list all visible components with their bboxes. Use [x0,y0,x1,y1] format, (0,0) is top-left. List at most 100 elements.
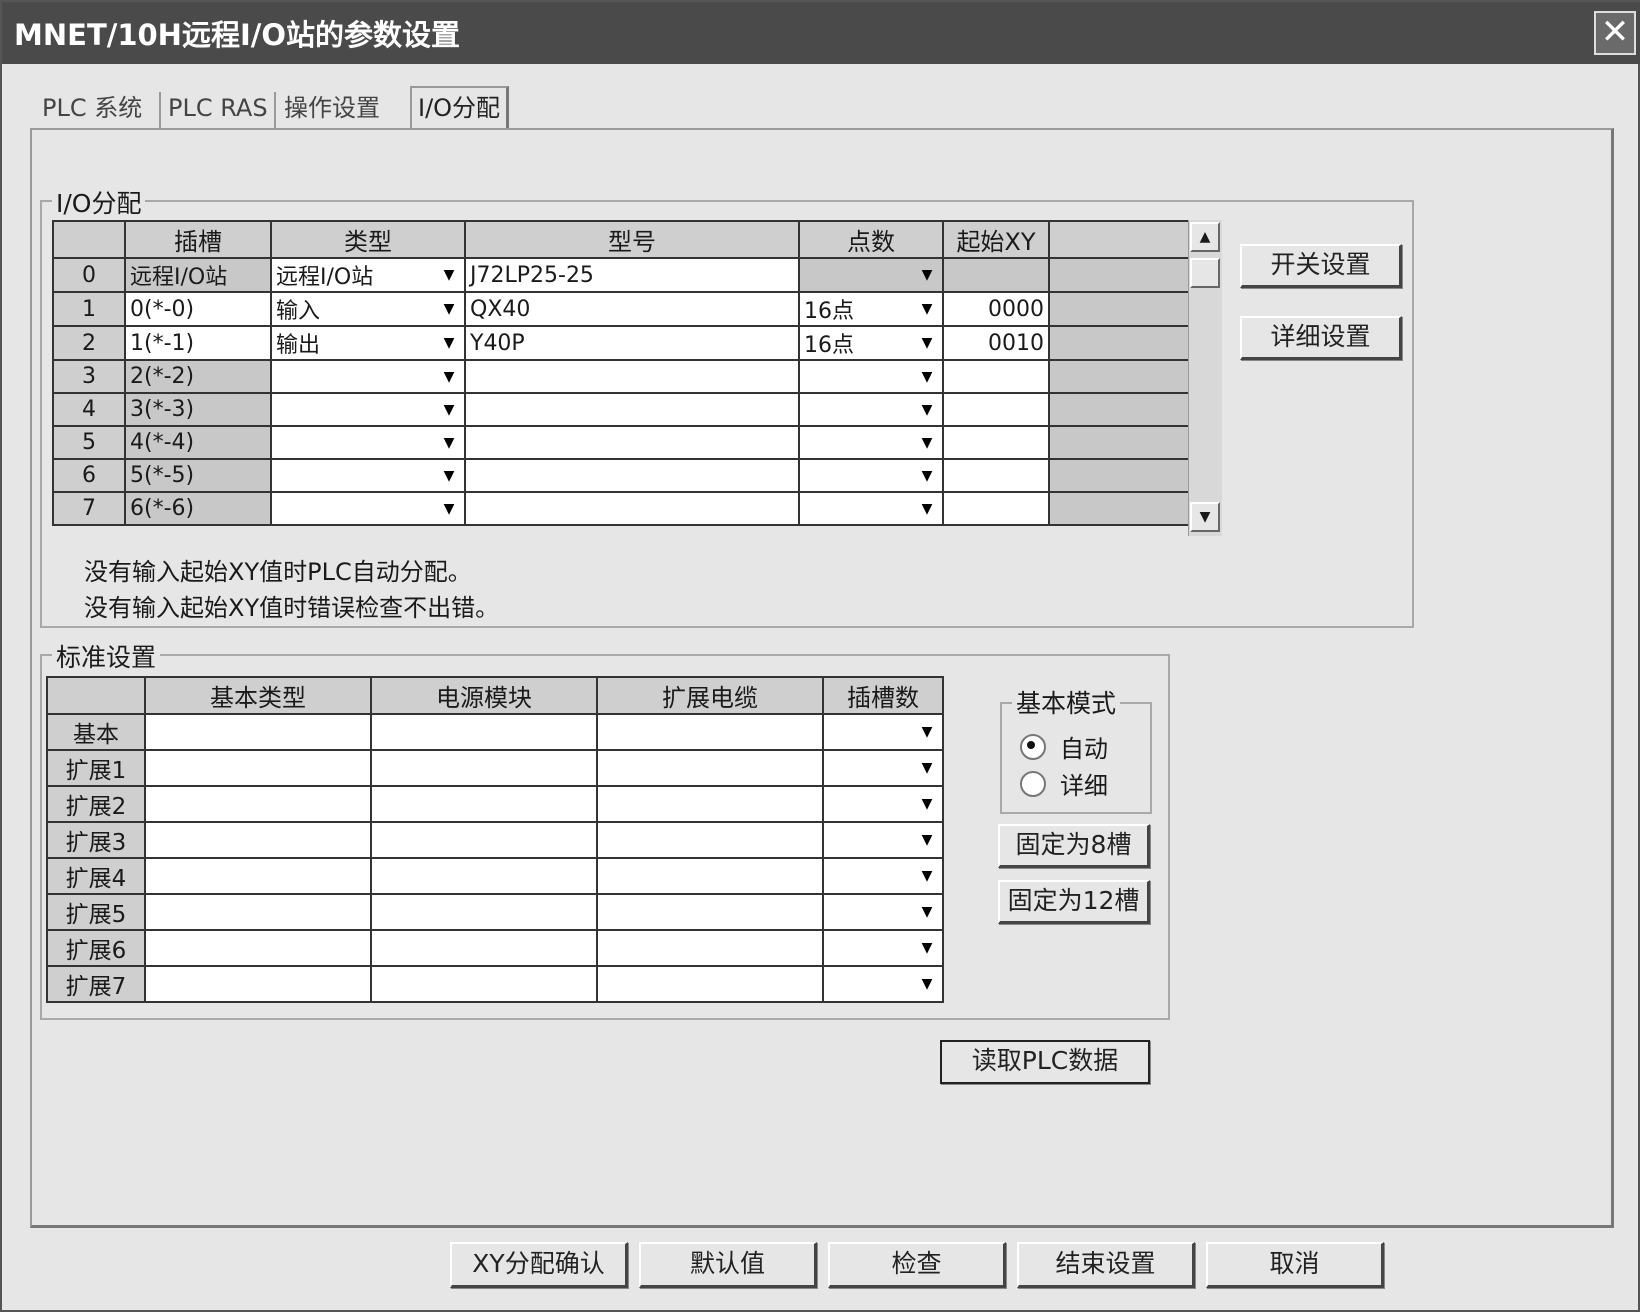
start-xy-cell[interactable] [942,491,1050,526]
dropdown-arrow-icon[interactable]: ▼ [912,363,941,391]
type-cell[interactable]: 输出 ▼ [270,325,466,361]
dropdown-arrow-icon[interactable]: ▼ [434,295,463,323]
base-type-cell[interactable] [144,965,372,1003]
model-cell[interactable] [464,359,800,394]
dropdown-arrow-icon[interactable]: ▼ [434,429,463,457]
base-type-cell[interactable] [144,857,372,895]
model-cell[interactable]: QX40 [464,291,800,327]
dropdown-arrow-icon[interactable]: ▼ [912,462,941,490]
points-cell[interactable]: ▼ [798,458,944,493]
extension-cable-cell[interactable] [596,713,824,751]
dropdown-arrow-icon[interactable]: ▼ [912,429,941,457]
power-module-cell[interactable] [370,821,598,859]
tab-io-assignment[interactable]: I/O分配 [410,86,510,130]
fix-12-slots-button[interactable]: 固定为12槽 [998,880,1150,924]
scroll-up-icon[interactable]: ▲ [1190,222,1220,252]
model-cell[interactable] [464,392,800,427]
slot-count-cell[interactable]: ▼ [822,929,944,967]
model-cell[interactable]: J72LP25-25 [464,257,800,293]
table-row[interactable]: 基本 ▼ [46,713,944,751]
detail-cell[interactable] [1048,291,1192,327]
dropdown-arrow-icon[interactable]: ▼ [434,261,463,289]
extension-cable-cell[interactable] [596,893,824,931]
default-values-button[interactable]: 默认值 [639,1242,817,1288]
scroll-thumb[interactable] [1190,258,1220,288]
dropdown-arrow-icon[interactable]: ▼ [434,329,463,357]
table-row[interactable]: 扩展5 ▼ [46,893,944,931]
vertical-scrollbar[interactable]: ▲ ▼ [1188,220,1222,536]
model-cell[interactable]: Y40P [464,325,800,361]
type-cell[interactable]: ▼ [270,491,466,526]
table-row[interactable]: 扩展2 ▼ [46,785,944,823]
radio-auto[interactable]: 自动 [1020,729,1108,764]
type-cell[interactable]: 输入 ▼ [270,291,466,327]
dropdown-arrow-icon[interactable]: ▼ [912,970,941,998]
type-cell[interactable]: 远程I/O站 ▼ [270,257,466,293]
detail-cell[interactable] [1048,491,1192,526]
points-cell[interactable]: 16点 ▼ [798,291,944,327]
model-cell[interactable] [464,425,800,460]
base-type-cell[interactable] [144,821,372,859]
fix-8-slots-button[interactable]: 固定为8槽 [998,824,1150,868]
dropdown-arrow-icon[interactable]: ▼ [434,462,463,490]
extension-cable-cell[interactable] [596,965,824,1003]
dropdown-arrow-icon[interactable]: ▼ [912,261,941,289]
dropdown-arrow-icon[interactable]: ▼ [912,790,941,818]
type-cell[interactable]: ▼ [270,458,466,493]
detail-cell[interactable] [1048,359,1192,394]
points-cell[interactable]: ▼ [798,257,944,293]
tab-operation-settings[interactable]: 操作设置 [278,88,386,130]
tab-plc-ras[interactable]: PLC RAS [162,88,274,130]
power-module-cell[interactable] [370,785,598,823]
switch-settings-button[interactable]: 开关设置 [1240,244,1402,288]
points-cell[interactable]: ▼ [798,491,944,526]
dropdown-arrow-icon[interactable]: ▼ [434,396,463,424]
start-xy-cell[interactable]: 0000 [942,291,1050,327]
dropdown-arrow-icon[interactable]: ▼ [434,495,463,523]
extension-cable-cell[interactable] [596,929,824,967]
dropdown-arrow-icon[interactable]: ▼ [912,329,941,357]
dropdown-arrow-icon[interactable]: ▼ [912,934,941,962]
table-row[interactable]: 0 远程I/O站 远程I/O站 ▼ J72LP25-25 ▼ [52,257,1192,293]
slot-count-cell[interactable]: ▼ [822,785,944,823]
detail-cell[interactable] [1048,257,1192,293]
power-module-cell[interactable] [370,857,598,895]
slot-count-cell[interactable]: ▼ [822,713,944,751]
base-type-cell[interactable] [144,929,372,967]
slot-count-cell[interactable]: ▼ [822,857,944,895]
table-row[interactable]: 5 4(*-4) ▼ ▼ [52,425,1192,460]
detail-cell[interactable] [1048,458,1192,493]
dropdown-arrow-icon[interactable]: ▼ [912,754,941,782]
power-module-cell[interactable] [370,749,598,787]
power-module-cell[interactable] [370,929,598,967]
power-module-cell[interactable] [370,713,598,751]
dropdown-arrow-icon[interactable]: ▼ [912,495,941,523]
type-cell[interactable]: ▼ [270,392,466,427]
dropdown-arrow-icon[interactable]: ▼ [912,396,941,424]
start-xy-cell[interactable] [942,425,1050,460]
slot-count-cell[interactable]: ▼ [822,821,944,859]
radio-detail[interactable]: 详细 [1020,766,1108,801]
table-row[interactable]: 扩展3 ▼ [46,821,944,859]
xy-assignment-confirm-button[interactable]: XY分配确认 [450,1242,628,1288]
radio-selected-icon[interactable] [1020,733,1046,760]
start-xy-cell[interactable]: 0010 [942,325,1050,361]
cancel-button[interactable]: 取消 [1206,1242,1384,1288]
slot-count-cell[interactable]: ▼ [822,893,944,931]
power-module-cell[interactable] [370,893,598,931]
table-row[interactable]: 扩展1 ▼ [46,749,944,787]
extension-cable-cell[interactable] [596,821,824,859]
tab-plc-system[interactable]: PLC 系统 [36,88,148,130]
slot-count-cell[interactable]: ▼ [822,749,944,787]
extension-cable-cell[interactable] [596,749,824,787]
check-button[interactable]: 检查 [828,1242,1006,1288]
type-cell[interactable]: ▼ [270,425,466,460]
title-bar[interactable]: MNET/10H远程I/O站的参数设置 ✕ [2,2,1640,64]
table-row[interactable]: 7 6(*-6) ▼ ▼ [52,491,1192,526]
points-cell[interactable]: ▼ [798,425,944,460]
read-plc-data-button[interactable]: 读取PLC数据 [940,1040,1150,1084]
start-xy-cell[interactable] [942,392,1050,427]
table-row[interactable]: 1 0(*-0) 输入 ▼ QX40 16点 ▼ 0000 [52,291,1192,327]
model-cell[interactable] [464,458,800,493]
start-xy-cell[interactable] [942,458,1050,493]
